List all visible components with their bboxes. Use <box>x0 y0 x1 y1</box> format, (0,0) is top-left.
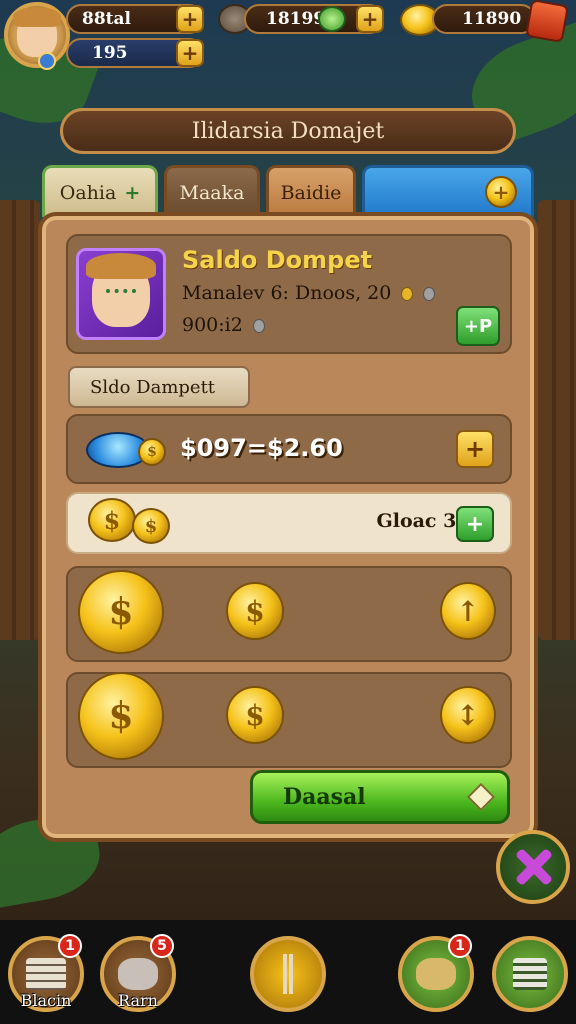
top-hud: 88tal + 195 + 18199 + 11890 <box>0 0 576 80</box>
coin-icon: ↕ <box>440 686 496 744</box>
portrait-face <box>86 253 156 327</box>
notification-badge: 5 <box>150 934 174 958</box>
coin-pile-icon: $ <box>78 672 164 760</box>
resource-plus-button[interactable]: + <box>356 5 384 33</box>
profile-balance: 900:i2 <box>182 314 265 336</box>
ram-icon <box>118 958 158 990</box>
player-portrait <box>76 248 166 340</box>
tab-label: Baidie <box>280 181 342 204</box>
notification-badge: 1 <box>448 934 472 958</box>
avatar-face <box>13 7 61 57</box>
player-stat-plus-button[interactable]: + <box>176 5 204 33</box>
wallet-title: Saldo Dompet <box>182 246 373 274</box>
tab-maaka[interactable]: Maaka <box>164 165 260 217</box>
close-icon <box>515 849 551 885</box>
nav-blacin[interactable]: 1 Blacin <box>8 934 84 1012</box>
tab-add[interactable]: + <box>362 165 534 217</box>
tab-label: Maaka <box>179 181 245 204</box>
coin-pile-icon: $ <box>78 570 164 654</box>
coin-icon: $ <box>226 686 284 744</box>
coin-icon: $ <box>132 508 170 544</box>
nav-tools[interactable] <box>250 936 326 1012</box>
player-sub-plus-button[interactable]: + <box>176 39 204 67</box>
balance-value: $097=$2.60 <box>180 434 343 462</box>
resource-value: 18199 <box>266 9 326 29</box>
books-icon <box>26 958 66 990</box>
player-avatar[interactable] <box>4 2 70 70</box>
close-x-button[interactable] <box>496 830 570 904</box>
diamond-icon <box>466 782 496 812</box>
tab-label: Oahia <box>59 181 117 204</box>
nav-label: Blacin <box>20 991 72 1010</box>
coin-icon: ↑ <box>440 582 496 640</box>
coins-value: 11890 <box>462 9 522 29</box>
player-sub-value: 195 <box>92 43 128 63</box>
tools-icon <box>273 954 303 994</box>
coin-icon <box>401 287 414 301</box>
nav-rarn[interactable]: 5 Rarn <box>100 934 176 1012</box>
background-hut <box>538 200 576 640</box>
tab-oahia[interactable]: Oahia + <box>42 165 158 217</box>
coins-bar: 11890 <box>432 4 536 34</box>
nav-turtle[interactable]: 1 <box>398 934 474 1012</box>
profile-add-button[interactable]: +P <box>456 306 500 346</box>
deposit-button[interactable]: Daasal <box>250 770 510 824</box>
profile-detail: Manalev 6: Dnoos, 20 <box>182 282 436 304</box>
coin-icon: $ <box>138 438 166 466</box>
nav-menu[interactable] <box>492 936 568 1012</box>
coins-shop-button[interactable] <box>524 0 570 44</box>
page-title: Ilidarsia Domajet <box>60 108 516 154</box>
tab-baidie[interactable]: Baidie <box>266 165 356 217</box>
turtle-icon <box>416 958 456 990</box>
plus-icon: + <box>485 176 517 208</box>
coin-icon: $ <box>88 498 136 542</box>
background-hut <box>0 200 40 640</box>
balance-plus-button[interactable]: + <box>456 430 494 468</box>
player-stat-value: 88tal <box>82 9 131 29</box>
notification-badge: 1 <box>58 934 82 958</box>
section-label: Sldo Dampett <box>68 366 250 408</box>
coin-icon: $ <box>226 582 284 640</box>
silver-coin-icon <box>252 319 265 333</box>
gem-icon <box>318 6 346 32</box>
level-badge-icon <box>38 52 56 70</box>
plus-icon: + <box>124 181 141 204</box>
nav-label: Rarn <box>118 991 158 1010</box>
silver-coin-icon <box>423 287 436 301</box>
list-icon <box>513 958 547 990</box>
total-plus-button[interactable]: + <box>456 506 494 542</box>
